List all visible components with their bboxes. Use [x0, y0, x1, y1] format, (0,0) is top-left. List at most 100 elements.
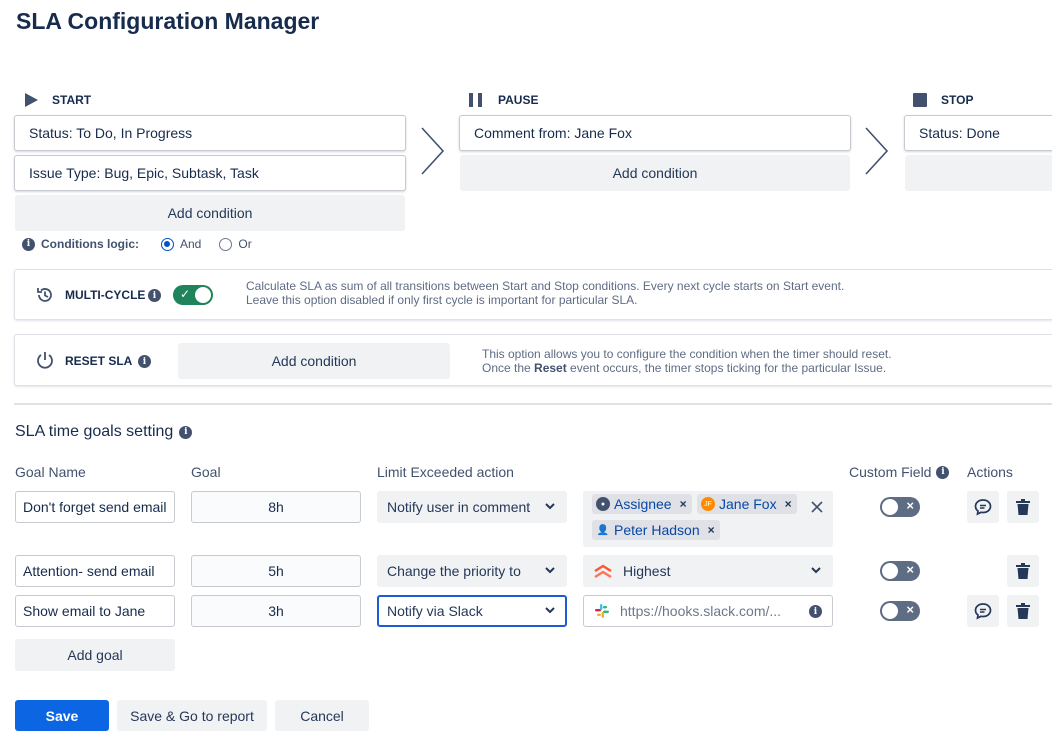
goal-name-input[interactable]: Show email to Jane [15, 595, 175, 627]
clear-icon[interactable] [810, 500, 824, 514]
close-icon: × [906, 498, 914, 513]
delete-button[interactable] [1007, 595, 1039, 627]
info-icon: i [148, 289, 161, 302]
pause-label: PAUSE [498, 93, 539, 107]
limit-action-select[interactable]: Notify user in comment [377, 491, 567, 523]
tag-label: Peter Hadson [614, 522, 700, 538]
cancel-button[interactable]: Cancel [275, 700, 369, 731]
recipient-tag-assignee: ● Assignee × [592, 494, 692, 514]
reset-desc-line1: This option allows you to configure the … [482, 347, 892, 361]
logic-or-radio[interactable] [219, 237, 233, 251]
stop-icon [913, 93, 927, 107]
check-icon: ✓ [180, 287, 191, 301]
pause-condition-comment[interactable]: Comment from: Jane Fox [459, 115, 851, 151]
close-icon[interactable]: × [680, 497, 687, 511]
info-icon: i [138, 355, 151, 368]
goal-time-input[interactable]: 5h [191, 555, 361, 587]
limit-action-select[interactable]: Change the priority to [377, 555, 567, 587]
chevron-right-icon [865, 127, 889, 175]
custom-field-toggle[interactable]: × [880, 497, 920, 517]
info-icon: i [936, 465, 950, 479]
condition-text: Status: Done [919, 125, 1000, 141]
goal-name-input[interactable]: Attention- send email [15, 555, 175, 587]
webhook-placeholder: https://hooks.slack.com/... [620, 603, 782, 619]
stop-label: STOP [941, 93, 974, 107]
goal-time-input[interactable]: 8h [191, 491, 361, 523]
tag-label: Assignee [614, 496, 672, 512]
close-icon[interactable]: × [785, 497, 792, 511]
reset-add-condition-button[interactable]: Add condition [178, 343, 450, 379]
info-icon: i [22, 237, 35, 251]
comment-icon [974, 603, 992, 620]
conditions-logic-label: Conditions logic: [41, 237, 139, 251]
logic-and-label: And [180, 237, 202, 251]
reset-desc-line2: Once the Reset event occurs, the timer s… [482, 361, 892, 375]
close-icon[interactable]: × [708, 523, 715, 537]
user-circle-icon: ● [596, 497, 610, 511]
stop-add-condition-button[interactable] [905, 155, 1052, 191]
multicycle-toggle[interactable]: ✓ [173, 285, 213, 305]
reset-desc-post: event occurs, the timer stops ticking fo… [566, 361, 887, 375]
multicycle-desc-line1: Calculate SLA as sum of all transitions … [246, 279, 845, 293]
limit-action-value: Notify via Slack [387, 603, 483, 619]
start-stage-header: START [24, 93, 91, 107]
tag-label: Jane Fox [719, 496, 777, 512]
multicycle-label: MULTI-CYCLE [65, 288, 146, 302]
logic-or-label: Or [238, 237, 252, 251]
slack-icon [595, 604, 609, 618]
start-label: START [52, 93, 92, 107]
col-custom-field-text: Custom Field [849, 464, 932, 480]
chevron-down-icon [545, 567, 555, 574]
goal-time-input[interactable]: 3h [191, 595, 361, 627]
add-goal-button[interactable]: Add goal [15, 639, 175, 671]
pause-icon [469, 93, 482, 107]
reset-desc-pre: Once the [482, 361, 535, 375]
trash-icon [1016, 563, 1030, 579]
logic-and-radio[interactable] [161, 237, 174, 251]
multicycle-description: Calculate SLA as sum of all transitions … [246, 279, 844, 307]
start-condition-status[interactable]: Status: To Do, In Progress [14, 115, 406, 151]
priority-highest-icon [594, 564, 612, 579]
conditions-logic: i Conditions logic: And Or [22, 237, 252, 251]
limit-action-select[interactable]: Notify via Slack [377, 595, 567, 627]
start-condition-issue-type[interactable]: Issue Type: Bug, Epic, Subtask, Task [14, 155, 406, 191]
slack-webhook-input[interactable]: https://hooks.slack.com/... i [583, 595, 833, 627]
reset-desc-bold: Reset [534, 361, 567, 375]
priority-select[interactable]: Highest [583, 555, 833, 587]
custom-field-toggle[interactable]: × [880, 561, 920, 581]
chevron-right-icon [421, 127, 445, 175]
col-goal: Goal [191, 464, 221, 480]
stop-condition-status[interactable]: Status: Done [904, 115, 1052, 151]
chevron-down-icon [545, 607, 555, 614]
custom-field-toggle[interactable]: × [880, 601, 920, 621]
save-button[interactable]: Save [15, 700, 109, 731]
pause-add-condition-button[interactable]: Add condition [460, 155, 850, 191]
condition-text: Issue Type: Bug, Epic, Subtask, Task [29, 165, 259, 181]
section-divider [14, 403, 1052, 405]
play-icon [25, 93, 38, 107]
multicycle-desc-line2: Leave this option disabled if only first… [246, 293, 638, 307]
recipient-tag-peter: 👤 Peter Hadson × [592, 520, 720, 540]
comment-button[interactable] [967, 595, 999, 627]
delete-button[interactable] [1007, 555, 1039, 587]
avatar: JF [701, 497, 715, 511]
history-icon [37, 288, 52, 302]
chevron-down-icon [811, 567, 821, 574]
stop-stage-header: STOP [913, 93, 973, 107]
goal-name-input[interactable]: Don't forget send email [15, 491, 175, 523]
info-icon: i [179, 425, 193, 439]
col-actions: Actions [967, 464, 1013, 480]
start-add-condition-button[interactable]: Add condition [15, 195, 405, 231]
comment-icon [974, 499, 992, 516]
comment-button[interactable] [967, 491, 999, 523]
col-goal-name: Goal Name [15, 464, 86, 480]
condition-text: Status: To Do, In Progress [29, 125, 193, 141]
page-title: SLA Configuration Manager [16, 8, 320, 34]
info-icon: i [809, 605, 822, 618]
save-go-to-report-button[interactable]: Save & Go to report [117, 700, 267, 731]
chevron-down-icon [545, 503, 555, 510]
priority-value: Highest [623, 563, 671, 579]
recipient-tag-jane: JF Jane Fox × [697, 494, 797, 514]
delete-button[interactable] [1007, 491, 1039, 523]
power-icon [37, 352, 53, 369]
